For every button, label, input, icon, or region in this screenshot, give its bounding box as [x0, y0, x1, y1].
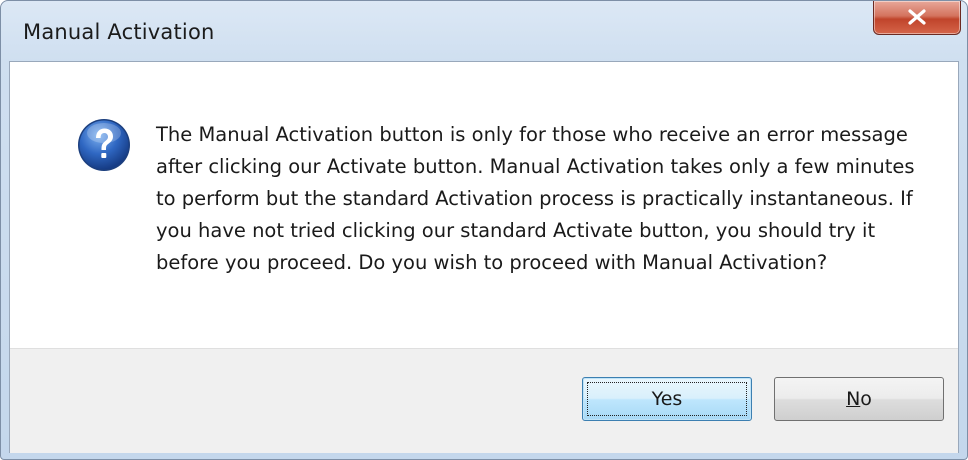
no-mnemonic: N — [846, 388, 861, 410]
title-bar[interactable]: Manual Activation — [1, 1, 967, 61]
no-button[interactable]: No — [774, 377, 944, 421]
close-icon — [908, 9, 926, 25]
dialog-message: The Manual Activation button is only for… — [156, 123, 915, 274]
question-icon — [78, 119, 130, 171]
button-bar: Yes No — [10, 348, 958, 453]
yes-button[interactable]: Yes — [582, 377, 752, 421]
no-button-label: No — [846, 388, 872, 410]
window-title: Manual Activation — [23, 20, 215, 44]
no-label-rest: o — [860, 388, 872, 410]
close-button[interactable] — [873, 1, 961, 35]
yes-button-label: Yes — [651, 388, 683, 410]
dialog-client-area: The Manual Activation button is only for… — [9, 61, 959, 453]
message-area: The Manual Activation button is only for… — [10, 62, 958, 348]
dialog-window: Manual Activation The Manual Activation … — [0, 0, 968, 460]
